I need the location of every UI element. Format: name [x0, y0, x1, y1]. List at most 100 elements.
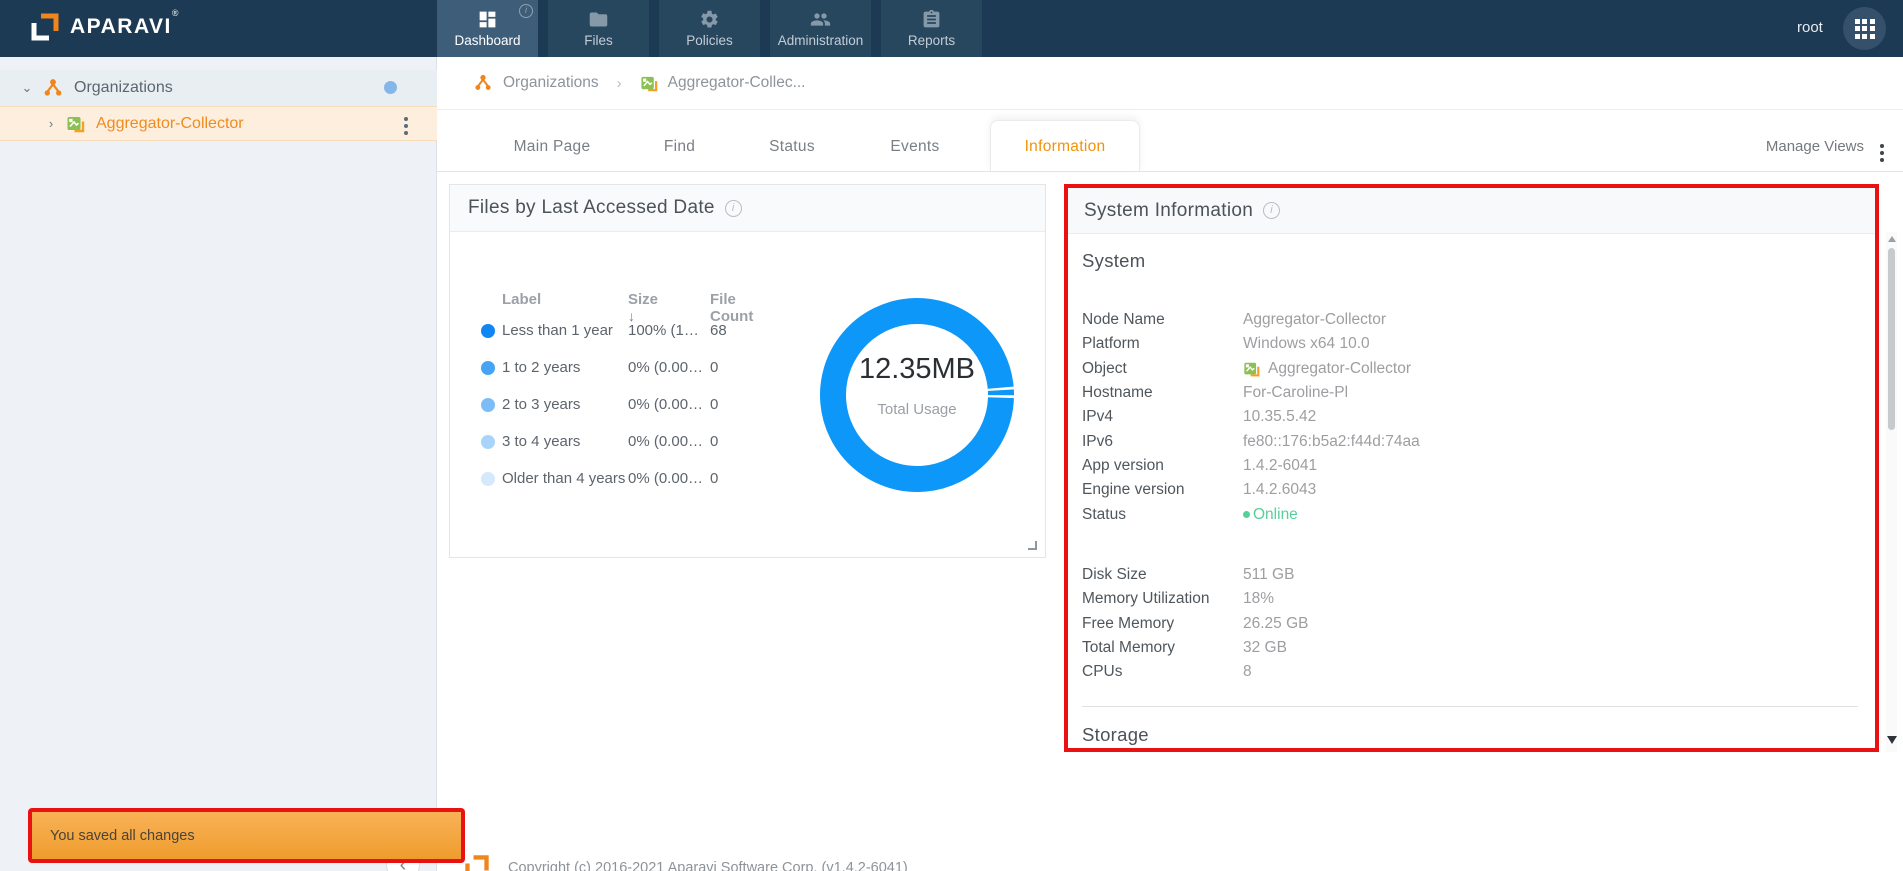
row-file-count: 0	[710, 359, 719, 376]
nav-tab-label: Policies	[686, 33, 733, 48]
legend-dot	[481, 398, 495, 412]
sidebar-item-label: Organizations	[74, 79, 173, 96]
footer-aparavi-logo-icon	[464, 854, 490, 871]
changes-indicator-dot	[384, 81, 397, 94]
field-label: IPv4	[1082, 408, 1114, 426]
field-row-object: Object Aggregator-Collector	[1082, 357, 1420, 381]
brand-name: APARAVI®	[70, 8, 181, 38]
folder-icon	[589, 12, 608, 27]
clipboard-icon	[923, 9, 940, 28]
column-header-label[interactable]: Label	[502, 291, 541, 308]
tab-information-active[interactable]: Information	[990, 120, 1140, 172]
registered-mark: ®	[171, 8, 181, 18]
field-row: Node Name Aggregator-Collector	[1082, 308, 1420, 332]
field-row-status: Status Online	[1082, 502, 1420, 526]
tab-status[interactable]: Status	[757, 138, 827, 162]
tab-events[interactable]: Events	[880, 138, 950, 162]
nav-tab-policies[interactable]: Policies	[659, 0, 760, 57]
system-fields: Node Name Aggregator-Collector Platform …	[1082, 308, 1420, 527]
tab-label: Information	[1024, 137, 1106, 155]
table-row[interactable]: Less than 1 year 100% (1… 68	[450, 313, 810, 350]
apps-menu-button[interactable]	[1843, 7, 1886, 50]
sidebar-item-aggregator-collector[interactable]: › Aggregator-Collector	[0, 106, 437, 141]
field-label: Object	[1082, 359, 1127, 377]
aparavi-logo[interactable]: APARAVI®	[30, 8, 181, 42]
field-label: Engine version	[1082, 481, 1185, 499]
manage-views-button[interactable]: Manage Views	[1766, 138, 1864, 155]
panel-header: Files by Last Accessed Date i	[450, 185, 1045, 232]
nav-tab-dashboard[interactable]: i Dashboard	[437, 0, 538, 57]
field-label: Node Name	[1082, 311, 1165, 329]
nav-tab-label: Administration	[777, 33, 864, 48]
organizations-icon	[44, 79, 62, 96]
info-icon[interactable]: i	[1263, 202, 1281, 219]
legend-dot	[481, 361, 495, 375]
sidebar-item-label: Aggregator-Collector	[96, 114, 244, 132]
vertical-scrollbar-thumb[interactable]	[1888, 248, 1895, 430]
info-icon[interactable]: i	[724, 199, 742, 217]
row-label: 1 to 2 years	[502, 359, 581, 376]
field-value: Windows x64 10.0	[1243, 335, 1370, 353]
field-row: Platform Windows x64 10.0	[1082, 332, 1420, 356]
status-online-dot	[1243, 511, 1250, 519]
resource-fields: Disk Size 511 GB Memory Utilization 18% …	[1082, 563, 1309, 684]
manage-views-kebab-icon[interactable]	[1874, 140, 1890, 166]
total-usage-label: Total Usage	[877, 401, 957, 418]
field-row: Memory Utilization 18%	[1082, 587, 1309, 611]
row-size: 0% (0.00…	[628, 433, 704, 450]
username[interactable]: root	[1797, 19, 1823, 36]
field-row: App version 1.4.2-6041	[1082, 454, 1420, 478]
sidebar-item-organizations[interactable]: ⌄ Organizations	[0, 70, 437, 106]
table-row[interactable]: 3 to 4 years 0% (0.00… 0	[450, 424, 810, 461]
field-label: Disk Size	[1082, 566, 1147, 584]
nav-tab-administration[interactable]: Administration	[770, 0, 871, 57]
total-usage-value: 12.35MB	[858, 353, 976, 385]
donut-chart	[811, 289, 1023, 501]
gear-icon	[701, 10, 718, 28]
row-size: 0% (0.00…	[628, 470, 704, 487]
nav-tab-files[interactable]: Files	[548, 0, 649, 57]
breadcrumb-item[interactable]: Aggregator-Collec...	[668, 74, 806, 92]
field-value: 10.35.5.42	[1243, 408, 1317, 426]
field-row: Engine version 1.4.2.6043	[1082, 478, 1420, 502]
field-label: Hostname	[1082, 384, 1153, 402]
section-heading-storage: Storage	[1082, 724, 1149, 745]
table-row[interactable]: Older than 4 years 0% (0.00… 0	[450, 461, 810, 498]
scrollbar-down-arrow[interactable]	[1887, 736, 1897, 744]
field-row: Disk Size 511 GB	[1082, 563, 1309, 587]
field-label: Total Memory	[1082, 639, 1176, 657]
table-row[interactable]: 2 to 3 years 0% (0.00… 0	[450, 387, 810, 424]
table-row[interactable]: 1 to 2 years 0% (0.00… 0	[450, 350, 810, 387]
panel-header: System Information i	[1068, 188, 1875, 234]
scrollbar-up-arrow[interactable]	[1888, 236, 1896, 242]
legend-dot	[481, 472, 495, 486]
nav-tab-label: Reports	[907, 33, 956, 48]
nav-tab-label: Dashboard	[454, 33, 521, 48]
tab-find[interactable]: Find	[652, 138, 707, 162]
field-label: Platform	[1082, 335, 1140, 353]
copyright-text: Copyright (c) 2016-2021 Aparavi Software…	[508, 860, 908, 871]
toast-message: You saved all changes	[50, 827, 195, 844]
row-label: 2 to 3 years	[502, 396, 581, 413]
panel-title: Files by Last Accessed Date i	[468, 197, 742, 219]
info-badge-icon[interactable]: i	[519, 4, 533, 18]
field-value: 8	[1243, 663, 1252, 681]
item-menu-kebab-icon[interactable]	[398, 113, 414, 139]
chevron-down-icon[interactable]: ⌄	[20, 80, 34, 96]
chevron-right-icon[interactable]: ›	[44, 116, 58, 131]
save-confirmation-toast-highlighted[interactable]: You saved all changes	[28, 808, 465, 863]
aparavi-logo-icon	[31, 13, 59, 41]
nav-tab-reports[interactable]: Reports	[881, 0, 982, 57]
tab-row-divider	[437, 171, 1903, 172]
view-tab-bar: Main Page Find Status Events Information…	[437, 110, 1903, 172]
row-size: 100% (1…	[628, 322, 699, 339]
aparavi-app: APARAVI® i Dashboard Files Policies Admi…	[0, 0, 1903, 871]
breadcrumb-item[interactable]: Organizations	[503, 74, 599, 92]
field-value: 1.4.2.6043	[1243, 481, 1317, 499]
row-file-count: 0	[710, 470, 719, 487]
field-value: fe80::176:b5a2:f44d:74aa	[1243, 432, 1420, 450]
dashboard-grid-icon	[479, 11, 496, 28]
field-row: Hostname For-Caroline-Pl	[1082, 381, 1420, 405]
tab-main-page[interactable]: Main Page	[507, 138, 597, 162]
panel-resize-handle[interactable]	[1028, 541, 1037, 550]
